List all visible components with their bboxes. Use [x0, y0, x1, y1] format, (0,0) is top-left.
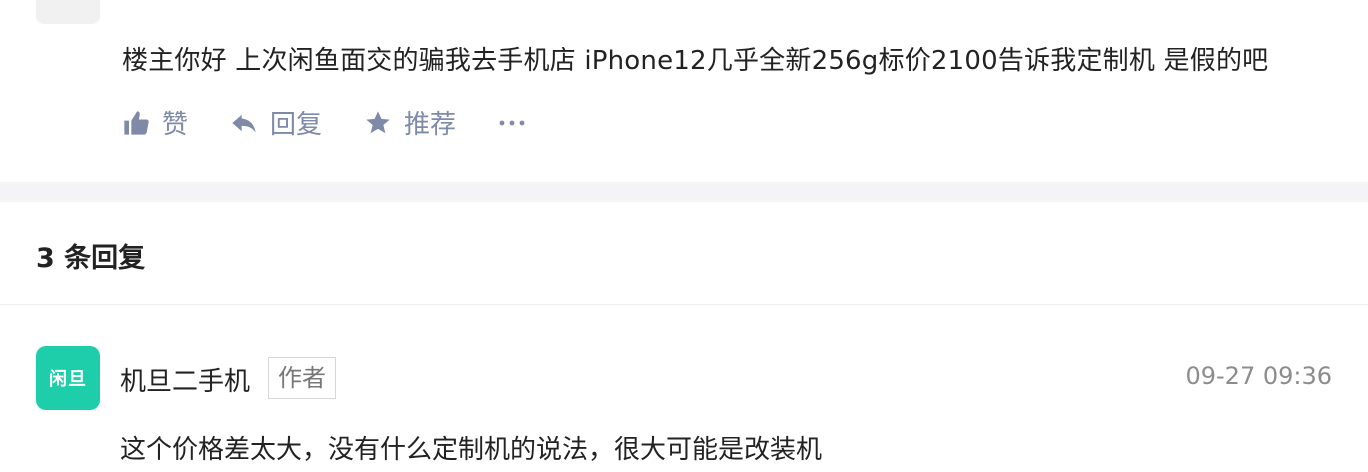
- reply-arrow-icon: [232, 114, 256, 132]
- reply-timestamp: 09-27 09:36: [1185, 362, 1332, 390]
- avatar[interactable]: [36, 0, 100, 24]
- reply-label: 回复: [270, 110, 323, 140]
- top-comment: 楼主你好 上次闲鱼面交的骗我去手机店 iPhone12几乎全新256g标价210…: [0, 0, 1368, 182]
- avatar[interactable]: 闲旦: [36, 346, 100, 410]
- thumbs-up-icon: [124, 110, 149, 135]
- recommend-label: 推荐: [404, 110, 457, 140]
- star-icon: [366, 110, 390, 133]
- author-badge: 作者: [268, 357, 336, 399]
- avatar-text: 闲旦: [49, 369, 87, 390]
- like-button[interactable]: 赞: [122, 104, 188, 141]
- more-dots-icon: [499, 120, 525, 125]
- more-button[interactable]: [498, 109, 526, 137]
- comment-actions: 赞 回复 推荐: [122, 104, 526, 141]
- reply-text: 这个价格差太大，没有什么定制机的说法，很大可能是改装机: [120, 435, 823, 465]
- reply-author-name[interactable]: 机旦二手机: [120, 361, 250, 398]
- heading-divider: [0, 304, 1368, 305]
- reply-count-heading: 3 条回复: [36, 243, 146, 274]
- like-label: 赞: [162, 110, 189, 140]
- section-divider: [0, 182, 1368, 202]
- comment-text: 楼主你好 上次闲鱼面交的骗我去手机店 iPhone12几乎全新256g标价210…: [122, 46, 1269, 76]
- recommend-button[interactable]: 推荐: [364, 104, 456, 141]
- reply-button[interactable]: 回复: [230, 104, 322, 141]
